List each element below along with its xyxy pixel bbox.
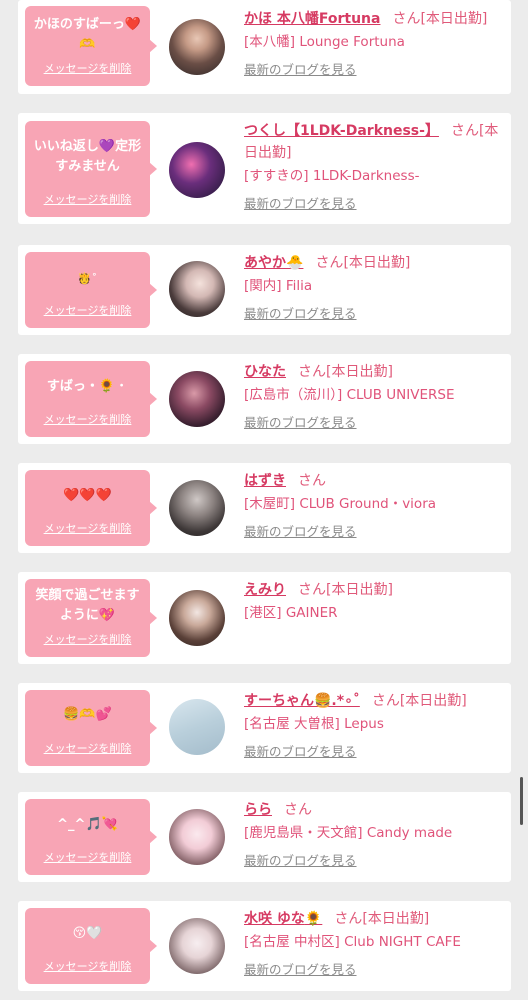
avatar[interactable] bbox=[169, 699, 225, 755]
honorific: さん bbox=[334, 911, 363, 927]
avatar[interactable] bbox=[169, 19, 225, 75]
delete-message-link[interactable]: メッセージを削除 bbox=[25, 849, 150, 865]
message-text: 🫅˚ bbox=[77, 272, 98, 285]
delete-message-link[interactable]: メッセージを削除 bbox=[25, 60, 150, 76]
honorific: さん bbox=[315, 255, 344, 271]
latest-blog-link[interactable]: 最新のブログを見る bbox=[244, 59, 357, 78]
shop-name: [本八幡] Lounge Fortuna bbox=[244, 34, 405, 50]
latest-blog-link[interactable]: 最新のブログを見る bbox=[244, 741, 357, 760]
message-text: 🍔🫶💕 bbox=[63, 707, 112, 722]
avatar[interactable] bbox=[169, 142, 225, 198]
message-bubble: ^⁠_⁠^🎵💘 メッセージを削除 bbox=[25, 799, 157, 875]
honorific: さん bbox=[284, 802, 312, 818]
list-item: 🍔🫶💕 メッセージを削除 すーちゃん🍔.*∘˚ さん[本日出勤] [名古屋 大曽根… bbox=[18, 683, 511, 773]
message-bubble: 笑顔で過ごせますように💖 メッセージを削除 bbox=[25, 579, 157, 657]
shop-name: [関内] Filia bbox=[244, 278, 313, 294]
status-badge: [本日出勤] bbox=[343, 255, 411, 271]
delete-message-link[interactable]: メッセージを削除 bbox=[25, 631, 150, 647]
list-item: ^⁠_⁠^🎵💘 メッセージを削除 らら さん [鹿児島県・天文館] Candy m… bbox=[18, 792, 511, 882]
list-item: 😚🤍 メッセージを削除 水咲 ゆな🌻 さん[本日出勤] [名古屋 中村区] Clu… bbox=[18, 901, 511, 991]
shop-name: [名古屋 中村区] Club NIGHT CAFE bbox=[244, 934, 461, 950]
honorific: さん bbox=[392, 11, 421, 27]
shop-name: [広島市（流川）] CLUB UNIVERSE bbox=[244, 387, 455, 403]
cast-name-link[interactable]: すーちゃん🍔.*∘˚ bbox=[244, 693, 360, 709]
message-bubble: ❤️❤️❤️ メッセージを削除 bbox=[25, 470, 157, 546]
delete-message-link[interactable]: メッセージを削除 bbox=[25, 520, 150, 536]
delete-message-link[interactable]: メッセージを削除 bbox=[25, 740, 150, 756]
status-badge: [本日出勤] bbox=[362, 911, 430, 927]
message-text: すばっ・🌻・ bbox=[46, 379, 129, 394]
honorific: さん bbox=[450, 123, 479, 139]
latest-blog-link[interactable]: 最新のブログを見る bbox=[244, 193, 357, 212]
message-bubble: すばっ・🌻・ メッセージを削除 bbox=[25, 361, 157, 437]
scrollbar[interactable] bbox=[520, 777, 523, 825]
list-item: 笑顔で過ごせますように💖 メッセージを削除 えみり さん[本日出勤] [港区] G… bbox=[18, 572, 511, 664]
cast-name-link[interactable]: あやか🐣 bbox=[244, 255, 303, 271]
list-item: 🫅˚ メッセージを削除 あやか🐣 さん[本日出勤] [関内] Filia 最新のブ… bbox=[18, 245, 511, 335]
cast-name-link[interactable]: えみり bbox=[244, 582, 286, 598]
avatar[interactable] bbox=[169, 261, 225, 317]
delete-message-link[interactable]: メッセージを削除 bbox=[25, 958, 150, 974]
avatar[interactable] bbox=[169, 480, 225, 536]
status-badge: [本日出勤] bbox=[420, 11, 488, 27]
shop-name: [すすきの] 1LDK-Darkness- bbox=[244, 168, 420, 184]
message-bubble: いいね返し💜定形すみません メッセージを削除 bbox=[25, 121, 157, 217]
message-bubble: かほのすばーっ❤️🫶 メッセージを削除 bbox=[25, 6, 157, 86]
latest-blog-link[interactable]: 最新のブログを見る bbox=[244, 303, 357, 322]
delete-message-link[interactable]: メッセージを削除 bbox=[25, 411, 150, 427]
cast-name-link[interactable]: らら bbox=[244, 802, 272, 818]
shop-name: [鹿児島県・天文館] Candy made bbox=[244, 825, 453, 841]
delete-message-link[interactable]: メッセージを削除 bbox=[25, 191, 150, 207]
cast-name-link[interactable]: ひなた bbox=[244, 364, 286, 380]
latest-blog-link[interactable]: 最新のブログを見る bbox=[244, 850, 357, 869]
list-item: ❤️❤️❤️ メッセージを削除 はずき さん [木屋町] CLUB Ground・… bbox=[18, 463, 511, 553]
list-item: すばっ・🌻・ メッセージを削除 ひなた さん[本日出勤] [広島市（流川）] CL… bbox=[18, 354, 511, 444]
avatar[interactable] bbox=[169, 590, 225, 646]
message-text: 笑顔で過ごせますように💖 bbox=[35, 588, 140, 623]
avatar[interactable] bbox=[169, 809, 225, 865]
shop-name: [港区] GAINER bbox=[244, 605, 338, 621]
message-text: かほのすばーっ❤️🫶 bbox=[33, 17, 142, 52]
message-text: 😚🤍 bbox=[72, 926, 103, 941]
latest-blog-link[interactable]: 最新のブログを見る bbox=[244, 412, 357, 431]
cast-name-link[interactable]: 水咲 ゆな🌻 bbox=[244, 911, 322, 927]
avatar[interactable] bbox=[169, 371, 225, 427]
avatar[interactable] bbox=[169, 918, 225, 974]
latest-blog-link[interactable]: 最新のブログを見る bbox=[244, 959, 357, 978]
honorific: さん bbox=[298, 364, 326, 380]
shop-name: [名古屋 大曽根] Lepus bbox=[244, 716, 384, 732]
message-bubble: 🍔🫶💕 メッセージを削除 bbox=[25, 690, 157, 766]
cast-name-link[interactable]: はずき bbox=[244, 473, 286, 489]
message-text: ^⁠_⁠^🎵💘 bbox=[57, 817, 118, 832]
honorific: さん bbox=[298, 473, 326, 489]
shop-name: [木屋町] CLUB Ground・viora bbox=[244, 496, 437, 512]
list-item: かほのすばーっ❤️🫶 メッセージを削除 かほ 本八幡Fortuna さん[本日出勤… bbox=[18, 0, 511, 94]
honorific: さん bbox=[371, 693, 400, 709]
status-badge: [本日出勤] bbox=[399, 693, 467, 709]
latest-blog-link[interactable]: 最新のブログを見る bbox=[244, 521, 357, 540]
status-badge: [本日出勤] bbox=[326, 364, 393, 380]
list-item: いいね返し💜定形すみません メッセージを削除 つくし【1LDK-Darkness… bbox=[18, 113, 511, 224]
status-badge: [本日出勤] bbox=[326, 582, 393, 598]
message-text: いいね返し💜定形すみません bbox=[33, 139, 142, 174]
honorific: さん bbox=[298, 582, 326, 598]
cast-name-link[interactable]: つくし【1LDK-Darkness-】 bbox=[244, 123, 439, 139]
message-bubble: 😚🤍 メッセージを削除 bbox=[25, 908, 157, 984]
delete-message-link[interactable]: メッセージを削除 bbox=[25, 302, 150, 318]
message-bubble: 🫅˚ メッセージを削除 bbox=[25, 252, 157, 328]
message-text: ❤️❤️❤️ bbox=[63, 488, 112, 503]
cast-name-link[interactable]: かほ 本八幡Fortuna bbox=[244, 11, 380, 27]
